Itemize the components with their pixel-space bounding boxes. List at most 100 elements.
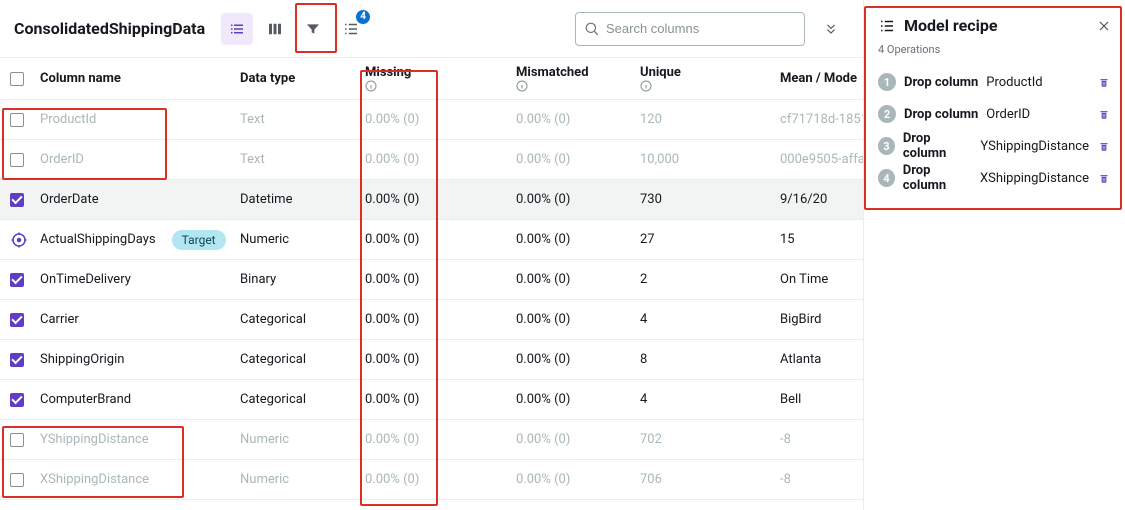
list-view-button[interactable]	[221, 13, 253, 45]
cell-type: Numeric	[240, 432, 365, 447]
columns-icon	[266, 20, 284, 38]
cell-unique: 2	[640, 272, 780, 287]
cell-mismatch: 0.00% (0)	[516, 352, 640, 367]
cell-mismatch: 0.00% (0)	[516, 232, 640, 247]
operation-item[interactable]: 4Drop columnXShippingDistance	[878, 162, 1111, 194]
cell-unique: 8	[640, 352, 780, 367]
recipe-button[interactable]: 4	[335, 13, 367, 45]
operation-column: YShippingDistance	[980, 139, 1089, 154]
column-name: ProductId	[40, 112, 96, 127]
cell-type: Datetime	[240, 192, 365, 207]
cell-unique: 27	[640, 232, 780, 247]
table-row[interactable]: XShippingDistanceNumeric0.00% (0)0.00% (…	[0, 460, 863, 500]
operation-item[interactable]: 3Drop columnYShippingDistance	[878, 130, 1111, 162]
table-row[interactable]: ComputerBrandCategorical0.00% (0)0.00% (…	[0, 380, 863, 420]
cell-type: Categorical	[240, 312, 365, 327]
operation-list: 1Drop columnProductId2Drop columnOrderID…	[878, 66, 1111, 194]
cell-missing: 0.00% (0)	[365, 192, 516, 207]
cell-mismatch: 0.00% (0)	[516, 472, 640, 487]
table-row[interactable]: CarrierCategorical0.00% (0)0.00% (0)4Big…	[0, 300, 863, 340]
target-icon	[10, 231, 28, 249]
operation-action: Drop column	[904, 107, 978, 122]
cell-mode: 000e9505-affa	[780, 152, 863, 167]
cell-unique: 706	[640, 472, 780, 487]
row-checkbox[interactable]	[10, 473, 24, 487]
operation-column: XShippingDistance	[980, 171, 1089, 186]
operation-item[interactable]: 2 Drop column OrderID	[878, 98, 1111, 130]
row-checkbox[interactable]	[10, 273, 24, 287]
cell-mode: 15	[780, 232, 863, 247]
operation-number: 2	[878, 105, 896, 123]
operation-action: Drop column	[904, 75, 978, 90]
delete-operation-button[interactable]	[1097, 139, 1111, 153]
info-icon[interactable]	[640, 80, 780, 92]
cell-mismatch: 0.00% (0)	[516, 392, 640, 407]
row-checkbox[interactable]	[10, 433, 24, 447]
cell-mode: -8	[780, 432, 863, 447]
operation-number: 1	[878, 73, 896, 91]
table-row[interactable]: OnTimeDeliveryBinary0.00% (0)0.00% (0)2O…	[0, 260, 863, 300]
row-checkbox[interactable]	[10, 113, 24, 127]
table-row[interactable]: OrderDateDatetime0.00% (0)0.00% (0)7309/…	[0, 180, 863, 220]
filter-icon	[305, 21, 321, 37]
expand-button[interactable]	[815, 13, 847, 45]
cell-mode: On Time	[780, 272, 863, 287]
row-checkbox[interactable]	[10, 313, 24, 327]
row-checkbox[interactable]	[10, 353, 24, 367]
column-name: XShippingDistance	[40, 472, 149, 487]
grid-view-button[interactable]	[259, 13, 291, 45]
operation-column: OrderID	[986, 107, 1030, 122]
cell-mode: Atlanta	[780, 352, 863, 367]
cell-type: Text	[240, 152, 365, 167]
cell-missing: 0.00% (0)	[365, 432, 516, 447]
table-header: Column name Data type Missing Mismatched…	[0, 58, 863, 100]
cell-missing: 0.00% (0)	[365, 472, 516, 487]
recipe-icon	[878, 17, 896, 35]
table-row[interactable]: ActualShippingDaysTargetNumeric0.00% (0)…	[0, 220, 863, 260]
info-icon[interactable]	[365, 80, 516, 92]
recipe-subtitle: 4 Operations	[878, 43, 1111, 56]
table-row[interactable]: OrderIDText0.00% (0)0.00% (0)10,000000e9…	[0, 140, 863, 180]
header-mode[interactable]: Mean / Mode	[780, 71, 863, 86]
cell-mismatch: 0.00% (0)	[516, 312, 640, 327]
table-body: ProductIdText0.00% (0)0.00% (0)120cf7171…	[0, 100, 863, 500]
header-missing[interactable]: Missing	[365, 65, 516, 92]
column-name: OrderDate	[40, 192, 99, 207]
column-name: OrderID	[40, 152, 84, 167]
header-name[interactable]: Column name	[40, 71, 240, 86]
toolbar: 4	[221, 13, 367, 45]
row-checkbox[interactable]	[10, 153, 24, 167]
header-type[interactable]: Data type	[240, 71, 365, 86]
trash-icon	[1097, 75, 1111, 89]
topbar: ConsolidatedShippingData 4	[0, 0, 863, 58]
operation-item[interactable]: 1Drop columnProductId	[878, 66, 1111, 98]
operation-action: Drop column	[903, 163, 972, 193]
trash-icon	[1097, 107, 1111, 121]
table-row[interactable]: YShippingDistanceNumeric0.00% (0)0.00% (…	[0, 420, 863, 460]
header-unique[interactable]: Unique	[640, 65, 780, 92]
select-all-checkbox[interactable]	[10, 72, 24, 86]
delete-operation-button[interactable]	[1097, 171, 1111, 185]
recipe-badge: 4	[355, 9, 371, 25]
cell-mismatch: 0.00% (0)	[516, 272, 640, 287]
row-checkbox[interactable]	[10, 193, 24, 207]
column-name: ActualShippingDays	[40, 232, 156, 247]
operation-number: 3	[878, 137, 895, 155]
row-checkbox[interactable]	[10, 393, 24, 407]
cell-type: Text	[240, 112, 365, 127]
search-input[interactable]	[575, 12, 805, 46]
filter-button[interactable]	[297, 13, 329, 45]
chevrons-down-icon	[824, 22, 838, 36]
cell-mode: BigBird	[780, 312, 863, 327]
delete-operation-button[interactable]	[1097, 75, 1111, 89]
table-row[interactable]: ProductIdText0.00% (0)0.00% (0)120cf7171…	[0, 100, 863, 140]
delete-operation-button[interactable]	[1097, 107, 1111, 121]
info-icon[interactable]	[516, 80, 640, 92]
dataset-title: ConsolidatedShippingData	[8, 19, 215, 38]
column-name: OnTimeDelivery	[40, 272, 131, 287]
table-row[interactable]: ShippingOriginCategorical0.00% (0)0.00% …	[0, 340, 863, 380]
header-mismatch[interactable]: Mismatched	[516, 65, 640, 92]
cell-missing: 0.00% (0)	[365, 392, 516, 407]
close-button[interactable]	[1097, 19, 1111, 33]
cell-missing: 0.00% (0)	[365, 352, 516, 367]
